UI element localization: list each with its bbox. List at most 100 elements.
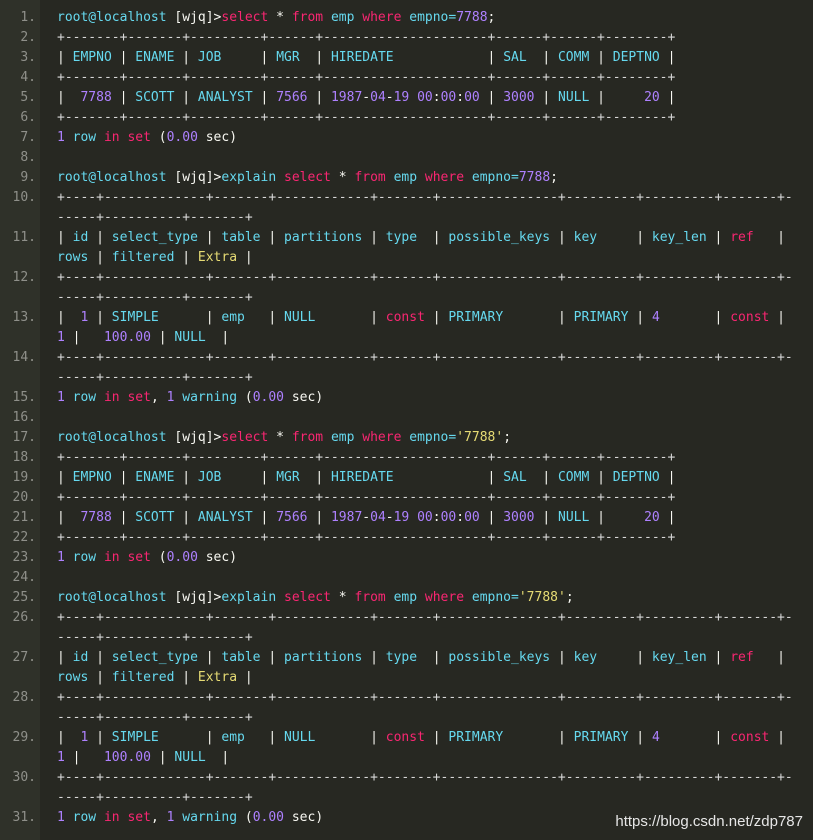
- code-token: select: [221, 430, 269, 445]
- code-token: set: [127, 810, 151, 825]
- code-text: +-------+-------+---------+------+------…: [57, 488, 797, 508]
- code-token: empno=: [464, 590, 519, 605]
- code-text: +----+-------------+-------+------------…: [57, 688, 797, 728]
- code-token: partitions: [284, 650, 363, 665]
- code-token: |: [260, 230, 284, 245]
- code-token: |: [57, 310, 81, 325]
- code-token: ENAME: [135, 50, 175, 65]
- code-token: |: [244, 730, 285, 745]
- code-text: +-------+-------+---------+------+------…: [57, 448, 797, 468]
- code-lines: 1. root@localhost [wjq]>select * from emp…: [0, 8, 813, 828]
- code-line: 8.: [0, 148, 813, 168]
- code-token: key_len: [651, 650, 707, 665]
- code-token: |: [659, 310, 731, 325]
- code-token: table: [221, 650, 261, 665]
- code-token: ref: [730, 650, 754, 665]
- code-token: set: [127, 550, 151, 565]
- code-token: |: [628, 310, 652, 325]
- line-number: 11.: [12, 230, 36, 245]
- code-token: empno=: [401, 430, 457, 445]
- code-token: |: [777, 310, 786, 325]
- code-token: |: [753, 230, 793, 245]
- code-token: |: [417, 650, 449, 665]
- code-token: key: [573, 650, 598, 665]
- code-token: |: [706, 230, 731, 245]
- code-token: 00: [440, 510, 457, 525]
- code-text: | id | select_type | table | partitions …: [57, 648, 797, 688]
- code-token: |: [221, 470, 277, 485]
- code-token: 20: [644, 90, 660, 105]
- code-token: explain: [221, 590, 284, 605]
- code-token: |: [550, 650, 574, 665]
- code-token: 00: [417, 90, 433, 105]
- code-token: emp: [323, 10, 363, 25]
- code-token: ref: [730, 230, 754, 245]
- watermark: https://blog.csdn.net/zdp787: [615, 813, 803, 830]
- code-token: emp: [323, 430, 363, 445]
- code-token: root@localhost: [57, 590, 175, 605]
- code-token: 00: [464, 510, 480, 525]
- code-token: :: [456, 510, 465, 525]
- code-token: select: [284, 170, 331, 185]
- code-line: 12. +----+-------------+-------+---------…: [0, 268, 813, 308]
- code-token: |: [150, 330, 175, 345]
- code-token: |: [777, 730, 786, 745]
- code-token: in: [103, 550, 120, 565]
- code-token: [wjq]>: [174, 10, 222, 25]
- code-token: 4: [651, 730, 660, 745]
- code-token: |: [174, 50, 198, 65]
- code-line: 24.: [0, 568, 813, 588]
- code-token: 7788: [80, 90, 112, 105]
- code-token: |: [706, 650, 731, 665]
- line-number: 13.: [12, 310, 36, 325]
- code-token: in: [103, 810, 120, 825]
- code-line: 29. | 1 | SIMPLE | emp | NULL | const | P…: [0, 728, 813, 768]
- code-token: *: [330, 590, 355, 605]
- code-token: 7788: [80, 510, 112, 525]
- code-text: +-------+-------+---------+------+------…: [57, 68, 797, 88]
- code-token: +----+-------------+-------+------------…: [57, 270, 793, 305]
- code-token: +-------+-------+---------+------+------…: [57, 30, 676, 45]
- code-token: |: [88, 670, 112, 685]
- code-token: +----+-------------+-------+------------…: [57, 350, 793, 385]
- code-token: |: [597, 650, 652, 665]
- code-text: | EMPNO | ENAME | JOB | MGR | HIREDATE |…: [57, 48, 797, 68]
- line-number: 31.: [12, 810, 36, 825]
- code-token: sec): [284, 390, 324, 405]
- code-token: id: [72, 230, 89, 245]
- code-text: | 1 | SIMPLE | emp | NULL | const | PRIM…: [57, 728, 797, 768]
- code-token: [wjq]>: [174, 430, 222, 445]
- code-token: |: [174, 250, 198, 265]
- code-token: possible_keys: [448, 230, 551, 245]
- code-token: |: [628, 730, 652, 745]
- code-token: |: [174, 90, 198, 105]
- code-text: +----+-------------+-------+------------…: [57, 608, 797, 648]
- code-token: 3000: [503, 90, 535, 105]
- code-token: ANALYST: [197, 90, 253, 105]
- code-line: 7. 1 row in set (0.00 sec): [0, 128, 813, 148]
- code-token: (: [244, 810, 253, 825]
- code-token: 0.00: [252, 390, 285, 405]
- code-token: root@localhost: [57, 430, 175, 445]
- code-token: set: [127, 130, 151, 145]
- code-token: -: [385, 510, 394, 525]
- code-token: |: [111, 50, 136, 65]
- code-text: | 7788 | SCOTT | ANALYST | 7566 | 1987-0…: [57, 508, 797, 528]
- code-token: HIREDATE: [330, 50, 394, 65]
- code-token: select: [284, 590, 331, 605]
- code-token: SCOTT: [135, 510, 175, 525]
- code-token: row: [64, 550, 104, 565]
- code-token: 1: [57, 330, 65, 345]
- code-token: EMPNO: [72, 470, 112, 485]
- code-line: 1. root@localhost [wjq]>select * from emp…: [0, 8, 813, 28]
- code-token: ;: [565, 590, 574, 605]
- code-token: |: [362, 230, 386, 245]
- code-token: filtered: [111, 250, 175, 265]
- code-token: PRIMARY: [448, 310, 504, 325]
- code-line: 5. | 7788 | SCOTT | ANALYST | 7566 | 1987…: [0, 88, 813, 108]
- code-text: | EMPNO | ENAME | JOB | MGR | HIREDATE |…: [57, 468, 797, 488]
- code-token: |: [534, 510, 558, 525]
- code-line: 6. +-------+-------+---------+------+----…: [0, 108, 813, 128]
